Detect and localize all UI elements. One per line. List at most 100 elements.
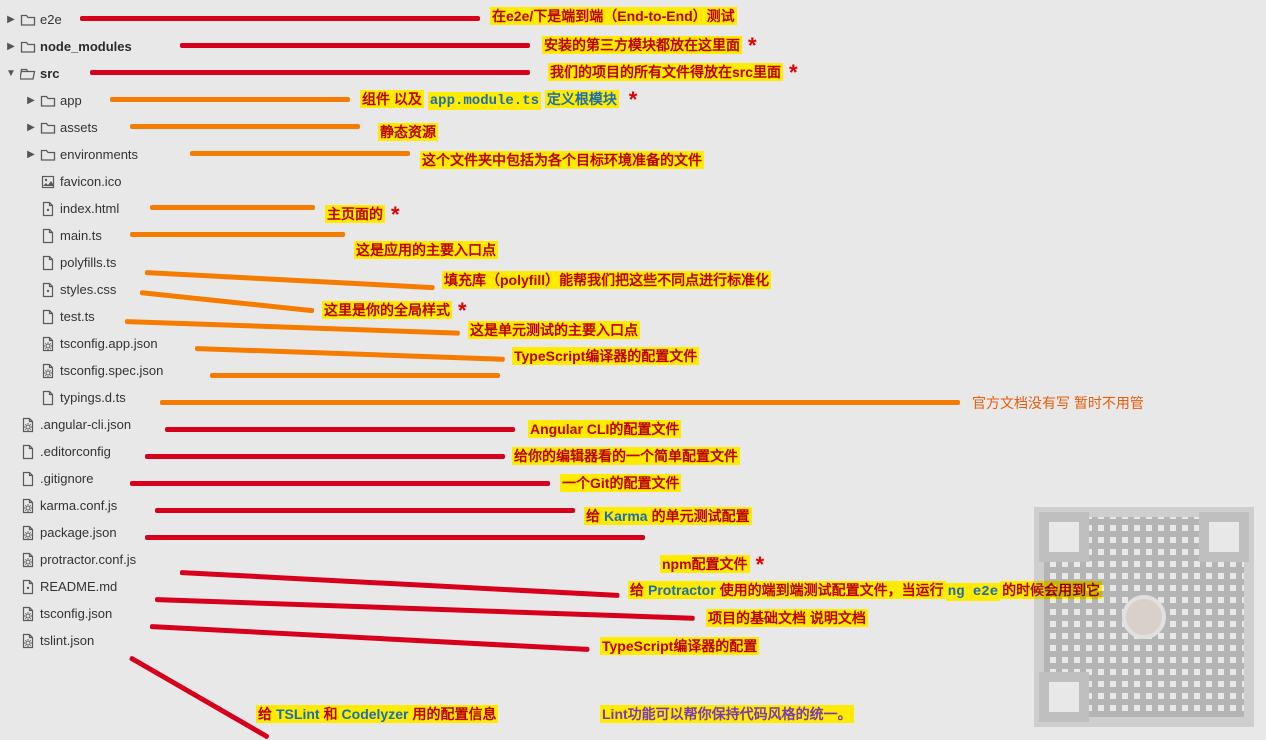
file-icon (38, 282, 58, 298)
expand-arrow-icon[interactable]: ▶ (24, 95, 38, 106)
annotation-typings: 官方文档没有写 暂时不用管 (972, 393, 1144, 413)
annotation-editorconfig: 给你的编辑器看的一个简单配置文件 (512, 446, 740, 466)
file-icon (38, 390, 58, 406)
collapse-arrow-icon[interactable]: ▼ (4, 68, 18, 79)
annotation-gitignore: 一个Git的配置文件 (560, 473, 681, 493)
folder-open-icon (18, 66, 38, 82)
connector-line (90, 70, 530, 75)
file-icon (18, 471, 38, 487)
connector-line (165, 427, 515, 432)
expand-arrow-icon[interactable]: ▶ (24, 122, 38, 133)
annotation-main: 这是应用的主要入口点 (354, 240, 498, 260)
annotation-tsconfig-app: TypeScript编译器的配置文件 (512, 346, 699, 366)
annotation-src: 我们的项目的所有文件得放在src里面* (548, 60, 798, 86)
tree-label: .gitignore (38, 471, 93, 486)
tree-label: polyfills.ts (58, 255, 116, 270)
folder-icon (38, 93, 58, 109)
config-file-icon (38, 336, 58, 352)
expand-arrow-icon[interactable]: ▶ (4, 41, 18, 52)
tree-label: environments (58, 147, 138, 162)
tree-label: tslint.json (38, 633, 94, 648)
annotation-karma: 给Karma的单元测试配置 (584, 506, 752, 526)
tree-label: test.ts (58, 309, 95, 324)
image-file-icon (38, 174, 58, 190)
config-file-icon (38, 363, 58, 379)
folder-icon (38, 120, 58, 136)
annotation-index: 主页面的* (325, 202, 400, 228)
tree-label: styles.css (58, 282, 116, 297)
connector-line (210, 373, 500, 378)
config-file-icon (18, 606, 38, 622)
annotation-app: 组件 以及 app.module.ts 定义根模块 * (360, 87, 637, 113)
annotation-readme: 项目的基础文档 说明文档 (706, 608, 868, 628)
connector-line (190, 151, 410, 156)
tree-label: README.md (38, 579, 117, 594)
tree-label: .angular-cli.json (38, 417, 131, 432)
tree-row-favicon[interactable]: favicon.ico (4, 168, 1266, 195)
annotation-tsconfig: TypeScript编译器的配置 (600, 636, 759, 656)
annotation-protractor: 给Protractor使用的端到端测试配置文件，当运行ng e2e的时候会用到它 (628, 580, 1102, 600)
tree-label: e2e (38, 12, 62, 27)
file-icon (38, 309, 58, 325)
config-file-icon (18, 525, 38, 541)
connector-line (155, 508, 575, 513)
file-icon (38, 228, 58, 244)
tree-label: typings.d.ts (58, 390, 126, 405)
folder-icon (38, 147, 58, 163)
folder-icon (18, 12, 38, 28)
tree-label: karma.conf.js (38, 498, 117, 513)
annotation-e2e: 在e2e/下是端到端（End-to-End）测试 (490, 6, 737, 26)
connector-line (129, 655, 270, 739)
connector-line (130, 124, 360, 129)
connector-line (150, 205, 315, 210)
star-icon: * (783, 60, 798, 85)
annotation-styles: 这里是你的全局样式* (322, 298, 467, 324)
qr-code-watermark (1034, 507, 1254, 727)
annotation-tslint: 给TSLint和Codelyzer用的配置信息 (256, 704, 498, 724)
tree-label: package.json (38, 525, 117, 540)
config-file-icon (18, 633, 38, 649)
connector-line (80, 16, 480, 21)
tree-label: node_modules (38, 39, 132, 54)
tree-label: protractor.conf.js (38, 552, 136, 567)
connector-line (110, 97, 350, 102)
tree-label: src (38, 66, 60, 81)
star-icon: * (452, 298, 467, 323)
connector-line (130, 232, 345, 237)
config-file-icon (18, 417, 38, 433)
tree-label: tsconfig.app.json (58, 336, 158, 351)
connector-line (160, 400, 960, 405)
config-file-icon (18, 498, 38, 514)
star-icon: * (385, 202, 400, 227)
file-icon (18, 444, 38, 460)
config-file-icon (18, 552, 38, 568)
tree-label: assets (58, 120, 98, 135)
annotation-polyfills: 填充库（polyfill）能帮我们把这些不同点进行标准化 (442, 270, 771, 290)
connector-line (145, 535, 645, 540)
annotation-angular-cli: Angular CLI的配置文件 (528, 419, 681, 439)
star-icon: * (623, 87, 638, 112)
file-icon (38, 255, 58, 271)
expand-arrow-icon[interactable]: ▶ (24, 149, 38, 160)
tree-label: main.ts (58, 228, 102, 243)
connector-line (145, 454, 505, 459)
annotation-environments: 这个文件夹中包括为各个目标环境准备的文件 (420, 150, 704, 170)
tree-label: app (58, 93, 82, 108)
tree-label: tsconfig.spec.json (58, 363, 163, 378)
tree-label: favicon.ico (58, 174, 121, 189)
star-icon: * (750, 552, 765, 577)
annotation-assets: 静态资源 (378, 122, 438, 142)
connector-line (130, 481, 550, 486)
folder-icon (18, 39, 38, 55)
connector-line (180, 43, 530, 48)
annotation-package: npm配置文件* (660, 552, 764, 578)
annotation-tslint-extra: Lint功能可以帮你保持代码风格的统一。 (600, 704, 854, 724)
tree-label: index.html (58, 201, 119, 216)
tree-label: tsconfig.json (38, 606, 112, 621)
expand-arrow-icon[interactable]: ▶ (4, 14, 18, 25)
file-icon (38, 201, 58, 217)
file-icon (18, 579, 38, 595)
annotation-test: 这是单元测试的主要入口点 (468, 320, 640, 340)
annotation-node-modules: 安装的第三方模块都放在这里面* (542, 33, 757, 59)
star-icon: * (742, 33, 757, 58)
